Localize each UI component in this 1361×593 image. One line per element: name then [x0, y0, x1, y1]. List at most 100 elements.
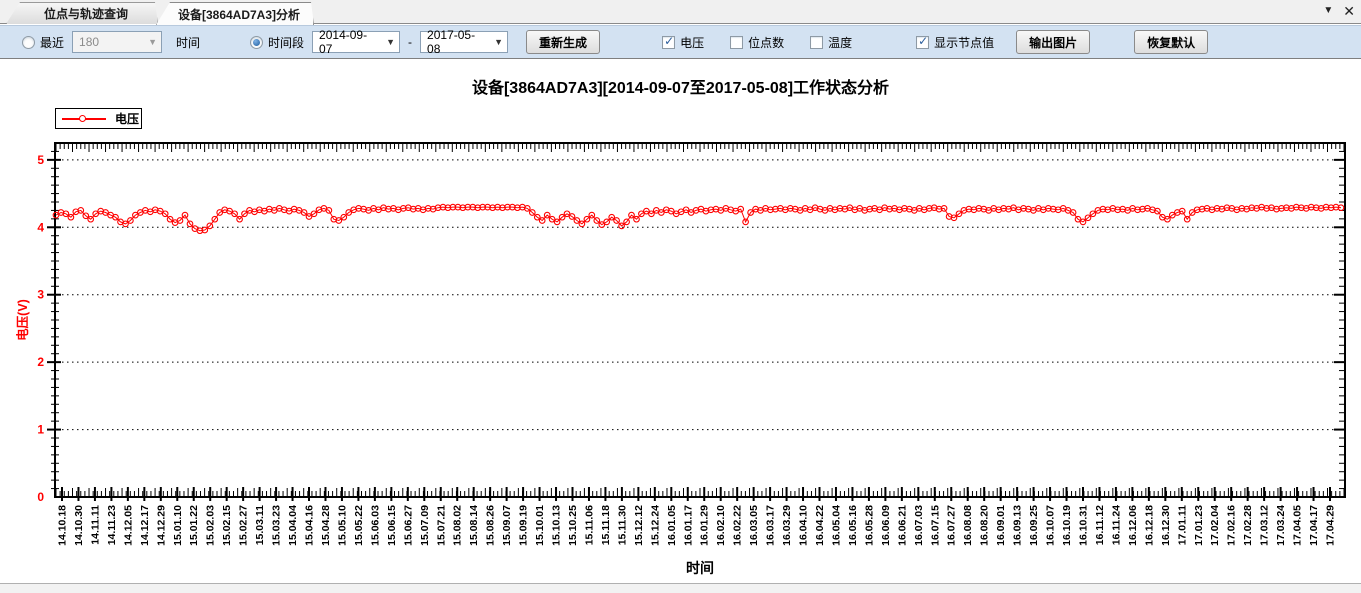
temperature-checkbox[interactable] — [810, 36, 823, 49]
svg-text:16.07.15: 16.07.15 — [929, 505, 941, 546]
legend-label: 电压 — [115, 110, 139, 127]
svg-text:15.04.16: 15.04.16 — [304, 505, 316, 546]
svg-text:16.02.22: 16.02.22 — [732, 505, 744, 546]
svg-text:17.01.23: 17.01.23 — [1193, 505, 1205, 546]
svg-text:14.12.29: 14.12.29 — [155, 505, 167, 546]
svg-text:16.05.28: 16.05.28 — [863, 505, 875, 546]
svg-text:15.05.22: 15.05.22 — [353, 505, 365, 546]
svg-text:14.12.05: 14.12.05 — [122, 505, 134, 546]
svg-text:17.02.16: 17.02.16 — [1226, 505, 1238, 546]
svg-text:14.10.30: 14.10.30 — [73, 505, 85, 546]
svg-text:15.03.11: 15.03.11 — [254, 505, 266, 545]
svg-text:16.08.08: 16.08.08 — [962, 505, 974, 546]
svg-text:15.11.06: 15.11.06 — [583, 505, 595, 545]
position-count-checkbox[interactable] — [730, 36, 743, 49]
range-start-combo[interactable]: 2014-09-07 ▼ — [312, 31, 400, 53]
svg-text:14.12.17: 14.12.17 — [139, 505, 151, 546]
svg-text:17.02.04: 17.02.04 — [1209, 505, 1221, 546]
recent-radio[interactable] — [22, 36, 35, 49]
chevron-down-icon: ▼ — [494, 37, 503, 47]
svg-text:15.04.04: 15.04.04 — [287, 505, 299, 546]
svg-text:1: 1 — [37, 423, 44, 437]
svg-text:15.12.12: 15.12.12 — [633, 505, 645, 546]
svg-text:16.09.25: 16.09.25 — [1028, 505, 1040, 546]
svg-text:15.08.02: 15.08.02 — [452, 505, 464, 546]
svg-text:15.02.15: 15.02.15 — [221, 505, 233, 546]
svg-text:15.06.03: 15.06.03 — [369, 505, 381, 546]
tab-track-query[interactable]: 位点与轨迹查询 — [6, 2, 158, 24]
svg-text:4: 4 — [37, 220, 44, 234]
range-end-combo[interactable]: 2017-05-08 ▼ — [420, 31, 508, 53]
range-separator: - — [408, 35, 412, 49]
tab-list-icon[interactable]: ▼ — [1323, 4, 1333, 18]
svg-text:16.11.24: 16.11.24 — [1110, 505, 1122, 545]
svg-text:16.05.04: 16.05.04 — [830, 505, 842, 546]
svg-text:16.08.20: 16.08.20 — [979, 505, 991, 546]
svg-text:16.09.13: 16.09.13 — [1012, 505, 1024, 546]
svg-text:15.02.03: 15.02.03 — [205, 505, 217, 546]
reset-default-button[interactable]: 恢复默认 — [1134, 30, 1208, 54]
tab-strip: 位点与轨迹查询 设备[3864AD7A3]分析 ▼ ✕ — [0, 0, 1361, 24]
regenerate-button[interactable]: 重新生成 — [526, 30, 600, 54]
svg-text:16.04.22: 16.04.22 — [814, 505, 826, 546]
svg-text:17.03.24: 17.03.24 — [1275, 505, 1287, 546]
range-start-value: 2014-09-07 — [319, 28, 380, 56]
svg-text:15.11.18: 15.11.18 — [600, 505, 612, 545]
chart-title: 设备[3864AD7A3][2014-09-07至2017-05-08]工作状态… — [0, 74, 1361, 98]
chevron-down-icon: ▼ — [386, 37, 395, 47]
voltage-checkbox[interactable] — [662, 36, 675, 49]
svg-text:15.02.27: 15.02.27 — [238, 505, 250, 546]
svg-text:15.05.10: 15.05.10 — [336, 505, 348, 546]
recent-unit-label: 时间 — [176, 34, 200, 51]
svg-text:16.04.10: 16.04.10 — [798, 505, 810, 546]
svg-text:15.12.24: 15.12.24 — [649, 505, 661, 546]
status-bar — [0, 583, 1361, 593]
svg-text:15.10.25: 15.10.25 — [567, 505, 579, 546]
legend-line-sample — [62, 118, 106, 120]
voltage-chart: 01234514.10.1814.10.3014.11.1114.11.2314… — [0, 60, 1361, 583]
svg-text:15.04.28: 15.04.28 — [320, 505, 332, 546]
svg-text:16.03.17: 16.03.17 — [765, 505, 777, 546]
svg-text:15.01.10: 15.01.10 — [172, 505, 184, 546]
show-node-values-checkbox[interactable] — [916, 36, 929, 49]
svg-text:17.03.12: 17.03.12 — [1259, 505, 1271, 546]
svg-text:16.03.29: 16.03.29 — [781, 505, 793, 546]
svg-text:16.10.19: 16.10.19 — [1061, 505, 1073, 546]
svg-text:16.11.12: 16.11.12 — [1094, 505, 1106, 545]
svg-text:16.12.18: 16.12.18 — [1143, 505, 1155, 546]
svg-text:15.09.19: 15.09.19 — [518, 505, 530, 546]
svg-text:16.01.29: 16.01.29 — [699, 505, 711, 546]
position-count-checkbox-label: 位点数 — [748, 34, 784, 51]
legend-marker-icon — [79, 115, 86, 122]
tab-label: 位点与轨迹查询 — [44, 5, 128, 22]
svg-text:16.12.30: 16.12.30 — [1160, 505, 1172, 546]
svg-text:17.02.28: 17.02.28 — [1242, 505, 1254, 546]
svg-text:16.10.31: 16.10.31 — [1077, 505, 1089, 546]
svg-text:16.10.07: 16.10.07 — [1045, 505, 1057, 546]
svg-text:16.02.10: 16.02.10 — [715, 505, 727, 546]
temperature-checkbox-label: 温度 — [828, 34, 852, 51]
svg-text:16.07.03: 16.07.03 — [913, 505, 925, 546]
close-icon[interactable]: ✕ — [1343, 4, 1355, 18]
export-image-button[interactable]: 输出图片 — [1016, 30, 1090, 54]
svg-text:17.04.17: 17.04.17 — [1308, 505, 1320, 546]
voltage-checkbox-label: 电压 — [680, 34, 704, 51]
toolbar: 最近 180 ▼ 时间 时间段 2014-09-07 ▼ - 2017-05-0… — [0, 25, 1361, 59]
svg-text:16.05.16: 16.05.16 — [847, 505, 859, 546]
svg-text:14.11.11: 14.11.11 — [89, 505, 101, 545]
svg-text:16.09.01: 16.09.01 — [995, 505, 1007, 546]
tab-label: 设备[3864AD7A3]分析 — [178, 6, 300, 23]
svg-text:17.01.11: 17.01.11 — [1176, 505, 1188, 545]
svg-text:15.01.22: 15.01.22 — [188, 505, 200, 546]
svg-text:15.10.13: 15.10.13 — [551, 505, 563, 546]
svg-text:15.07.21: 15.07.21 — [435, 505, 447, 546]
svg-text:16.06.09: 16.06.09 — [880, 505, 892, 546]
svg-text:15.08.26: 15.08.26 — [485, 505, 497, 546]
svg-text:0: 0 — [37, 490, 44, 504]
svg-text:16.01.05: 16.01.05 — [666, 505, 678, 546]
tab-device-analysis[interactable]: 设备[3864AD7A3]分析 — [156, 2, 314, 25]
svg-text:2: 2 — [37, 355, 44, 369]
recent-count-combo[interactable]: 180 ▼ — [72, 31, 162, 53]
range-radio[interactable] — [250, 36, 263, 49]
svg-text:16.12.06: 16.12.06 — [1127, 505, 1139, 546]
